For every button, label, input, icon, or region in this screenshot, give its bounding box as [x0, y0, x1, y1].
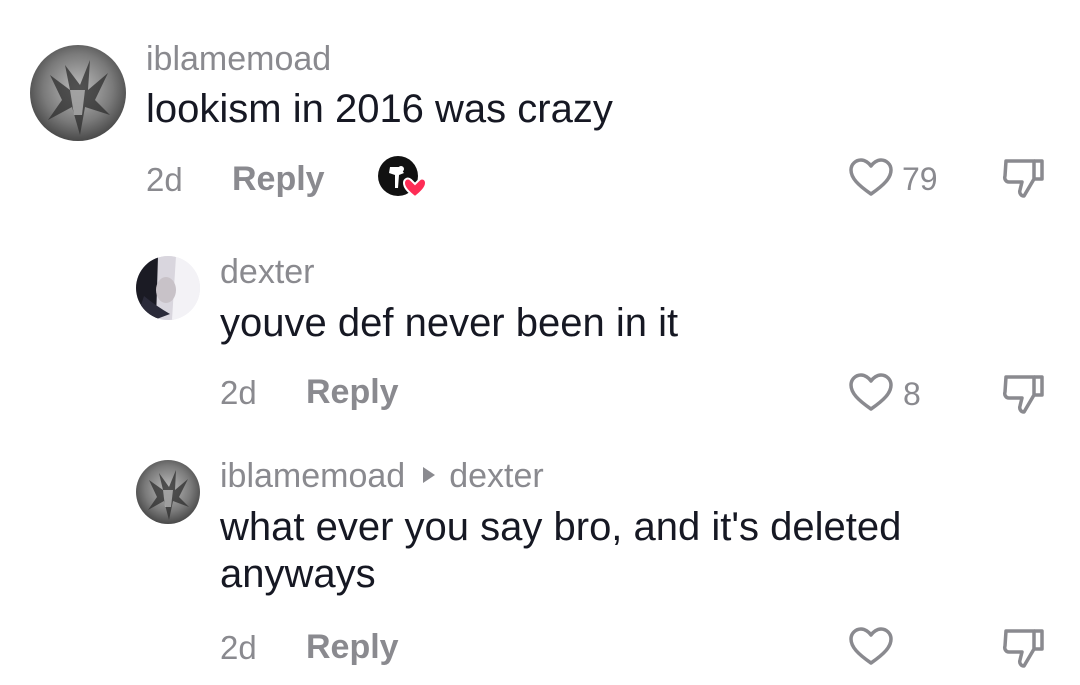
- heart-outline-icon: [849, 158, 893, 196]
- like-count: 79: [902, 161, 938, 197]
- like-button[interactable]: [848, 158, 894, 203]
- dislike-button[interactable]: [1000, 625, 1046, 674]
- right-triangle-icon: [423, 467, 436, 483]
- thumbs-down-icon: [1003, 159, 1044, 198]
- timestamp: 2d: [220, 629, 257, 666]
- like-count: 8: [903, 376, 921, 412]
- username[interactable]: dexter: [220, 255, 315, 289]
- creator-liked-heart-icon: [377, 155, 431, 206]
- dislike-button[interactable]: [1000, 371, 1046, 420]
- like-button[interactable]: [848, 373, 894, 418]
- avatar[interactable]: [30, 45, 126, 141]
- dislike-button[interactable]: [1000, 155, 1046, 204]
- avatar[interactable]: [136, 460, 200, 524]
- thumbs-down-icon: [1003, 629, 1044, 668]
- username[interactable]: iblamemoad: [146, 42, 331, 76]
- like-button[interactable]: [848, 627, 894, 672]
- timestamp: 2d: [220, 374, 257, 411]
- reply-button[interactable]: Reply: [306, 375, 399, 409]
- timestamp: 2d: [146, 161, 183, 198]
- username[interactable]: iblamemoad: [220, 457, 405, 495]
- thumbs-down-icon: [1003, 375, 1044, 414]
- reply-button[interactable]: Reply: [306, 630, 399, 664]
- username-row: iblamemoad dexter: [220, 459, 544, 493]
- comment-text: lookism in 2016 was crazy: [146, 87, 613, 131]
- reply-to-username[interactable]: dexter: [449, 457, 544, 495]
- reply-button[interactable]: Reply: [232, 162, 325, 196]
- comment-text: what ever you say bro, and it's deleted …: [220, 505, 902, 596]
- comment-text: youve def never been in it: [220, 301, 679, 345]
- avatar[interactable]: [136, 256, 200, 320]
- heart-outline-icon: [849, 373, 893, 411]
- heart-outline-icon: [849, 627, 893, 665]
